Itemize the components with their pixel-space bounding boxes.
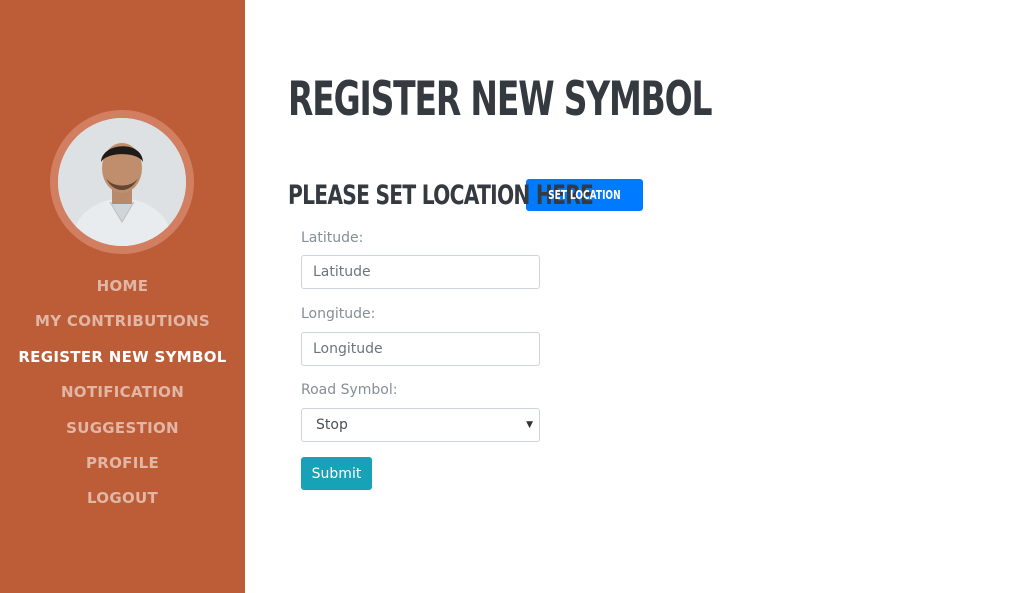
latitude-input[interactable] — [301, 255, 540, 289]
nav-item-register-new-symbol[interactable]: REGISTER NEW SYMBOL — [0, 341, 245, 376]
longitude-input[interactable] — [301, 332, 540, 366]
nav-item-my-contributions[interactable]: MY CONTRIBUTIONS — [0, 305, 245, 340]
sidebar-nav: HOME MY CONTRIBUTIONS REGISTER NEW SYMBO… — [0, 270, 245, 518]
avatar-photo — [58, 118, 186, 246]
avatar — [58, 118, 186, 246]
profile-avatar-ring — [50, 110, 194, 254]
page-title: REGISTER NEW SYMBOL — [288, 72, 713, 127]
location-row: PLEASE SET LOCATION HERE SET LOCATION — [288, 178, 643, 212]
submit-button[interactable]: Submit — [301, 457, 372, 490]
nav-item-logout[interactable]: LOGOUT — [0, 482, 245, 517]
road-symbol-select[interactable]: Stop ▼ — [301, 408, 540, 442]
main-content: REGISTER NEW SYMBOL PLEASE SET LOCATION … — [288, 0, 1032, 593]
set-location-label: SET LOCATION — [548, 188, 621, 202]
longitude-label: Longitude: — [301, 306, 376, 322]
dropdown-arrow-icon: ▼ — [526, 420, 533, 430]
latitude-label: Latitude: — [301, 230, 364, 246]
nav-item-home[interactable]: HOME — [0, 270, 245, 305]
road-symbol-selected-value: Stop — [316, 417, 348, 433]
nav-item-profile[interactable]: PROFILE — [0, 447, 245, 482]
sidebar: HOME MY CONTRIBUTIONS REGISTER NEW SYMBO… — [0, 0, 245, 593]
location-heading: PLEASE SET LOCATION HERE — [288, 179, 594, 211]
road-symbol-label: Road Symbol: — [301, 382, 398, 398]
nav-item-suggestion[interactable]: SUGGESTION — [0, 412, 245, 447]
nav-item-notification[interactable]: NOTIFICATION — [0, 376, 245, 411]
